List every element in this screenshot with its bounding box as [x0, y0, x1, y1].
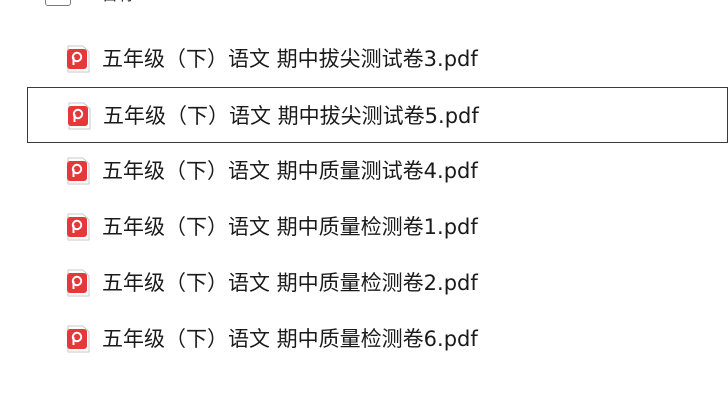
pdf-icon	[64, 269, 92, 297]
column-header-row: 名称	[0, 0, 728, 8]
pdf-icon	[65, 102, 93, 130]
column-header-name[interactable]: 名称	[100, 0, 136, 4]
file-row[interactable]: 五年级（下）语文 期中质量检测卷2.pdf	[0, 255, 728, 311]
pdf-icon	[64, 45, 92, 73]
file-row[interactable]: 五年级（下）语文 期中拔尖测试卷3.pdf	[0, 31, 728, 87]
file-row[interactable]: 五年级（下）语文 期中质量检测卷1.pdf	[0, 199, 728, 255]
file-name: 五年级（下）语文 期中质量检测卷1.pdf	[102, 215, 478, 239]
file-name: 五年级（下）语文 期中质量测试卷4.pdf	[102, 159, 478, 183]
file-name: 五年级（下）语文 期中质量检测卷2.pdf	[102, 271, 478, 295]
file-list: 五年级（下）语文 期中拔尖测试卷3.pdf 五年级（下）语文 期中拔尖测试卷5.…	[0, 31, 728, 367]
select-all-checkbox[interactable]	[45, 0, 71, 6]
file-name: 五年级（下）语文 期中质量检测卷6.pdf	[102, 327, 478, 351]
file-row-selected[interactable]: 五年级（下）语文 期中拔尖测试卷5.pdf	[27, 87, 728, 143]
file-row[interactable]: 五年级（下）语文 期中质量测试卷4.pdf	[0, 143, 728, 199]
file-row[interactable]: 五年级（下）语文 期中质量检测卷6.pdf	[0, 311, 728, 367]
file-name: 五年级（下）语文 期中拔尖测试卷5.pdf	[103, 104, 479, 128]
file-explorer-window: 名称 五年级（下）语文 期中拔尖测试卷3.pdf	[0, 0, 728, 399]
pdf-icon	[64, 213, 92, 241]
pdf-icon	[64, 325, 92, 353]
pdf-icon	[64, 157, 92, 185]
file-name: 五年级（下）语文 期中拔尖测试卷3.pdf	[102, 47, 478, 71]
